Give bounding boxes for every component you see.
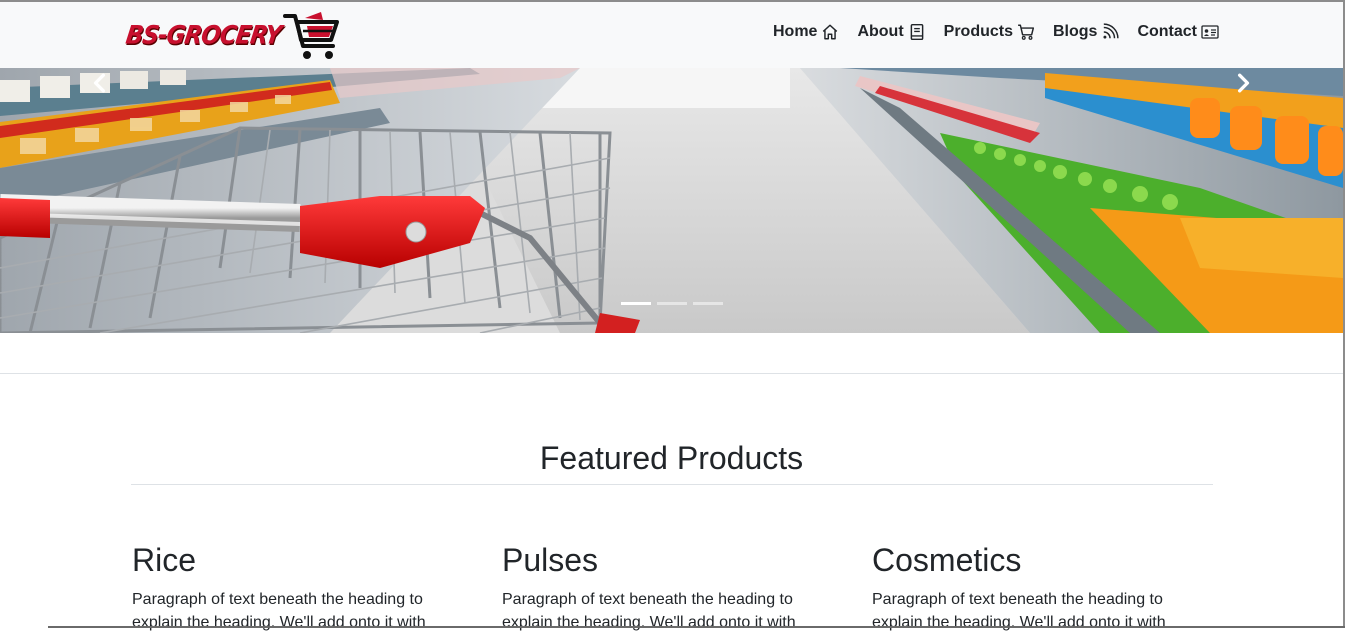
nav-contact-label: Contact [1137,23,1197,40]
nav-blogs-label: Blogs [1052,23,1098,40]
hero-carousel [0,68,1343,333]
nav-blogs[interactable]: Blogs [1052,23,1120,41]
nav-contact[interactable]: Contact [1137,23,1219,41]
nav-home-label: Home [772,23,818,40]
carousel-prev-button[interactable] [70,68,130,98]
main-nav: Home About Products Blogs Contact [773,23,1219,41]
rss-icon [1103,23,1120,39]
home-icon [823,24,838,40]
carousel-indicator-1[interactable] [621,302,651,305]
contact-card-icon [1201,25,1219,39]
shopping-cart-logo-icon [282,12,339,59]
chevron-right-icon [1238,73,1250,93]
product-title: Pulses [502,542,599,578]
product-title: Cosmetics [872,542,1022,578]
carousel-indicator-3[interactable] [693,302,723,305]
nav-products-label: Products [943,23,1013,40]
section-divider [0,373,1343,374]
carousel-indicator-2[interactable] [657,302,687,305]
product-title: Rice [132,542,197,578]
product-card-cosmetics: Cosmetics Paragraph of text beneath the … [872,542,1202,634]
carousel-indicators [621,302,723,305]
cart-icon [1018,24,1035,40]
nav-products[interactable]: Products [944,23,1035,41]
brand-name: BS-GROCERY [123,21,283,51]
nav-home[interactable]: Home [773,23,839,41]
chevron-left-icon [93,73,106,93]
heading-divider [131,484,1213,485]
product-card-pulses: Pulses Paragraph of text beneath the hea… [502,542,832,634]
featured-products-heading: Featured Products [539,440,804,476]
nav-about[interactable]: About [857,23,925,41]
hero-slide-image [0,68,1343,333]
book-icon [910,23,923,41]
navbar: BS-GROCERY Home About Products Blogs Con… [0,2,1343,68]
product-card-rice: Rice Paragraph of text beneath the headi… [132,542,462,634]
nav-about-label: About [857,23,904,40]
brand-logo[interactable]: BS-GROCERY [123,10,341,62]
carousel-next-button[interactable] [1213,68,1273,98]
